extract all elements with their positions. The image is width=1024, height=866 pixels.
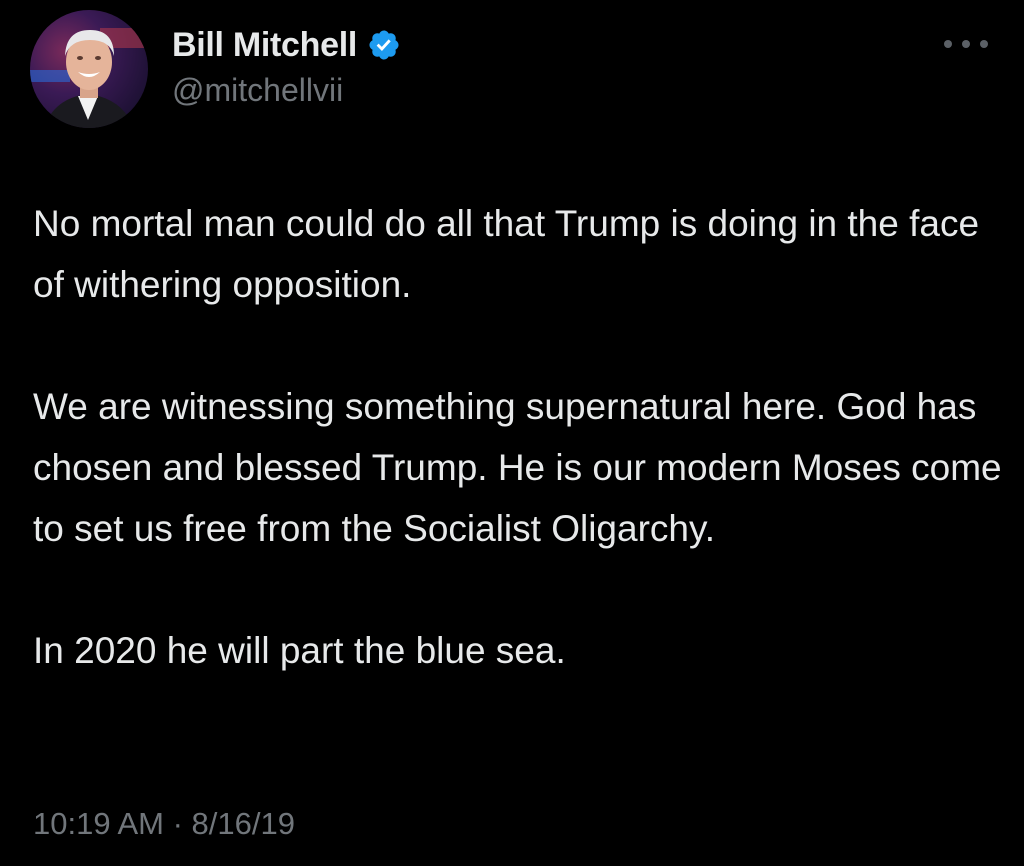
tweet-paragraph: No mortal man could do all that Trump is… [33, 203, 980, 305]
more-options-icon[interactable] [944, 34, 988, 54]
tweet-text: No mortal man could do all that Trump is… [33, 193, 1003, 681]
tweet: Bill Mitchell @mitchellvii No mortal man… [0, 0, 1024, 866]
display-name-row: Bill Mitchell [172, 22, 401, 68]
verified-badge-icon [367, 28, 401, 62]
profile-photo-icon [30, 10, 148, 128]
avatar[interactable] [30, 10, 148, 128]
more-dot [962, 40, 970, 48]
tweet-paragraph: In 2020 he will part the blue sea. [33, 630, 566, 671]
tweet-paragraph: We are witnessing something supernatural… [33, 386, 1002, 549]
more-dot [944, 40, 952, 48]
author-block: Bill Mitchell @mitchellvii [172, 22, 401, 109]
more-dot [980, 40, 988, 48]
author-handle[interactable]: @mitchellvii [172, 72, 401, 109]
display-name[interactable]: Bill Mitchell [172, 26, 357, 65]
tweet-timestamp[interactable]: 10:19 AM · 8/16/19 [33, 806, 295, 842]
